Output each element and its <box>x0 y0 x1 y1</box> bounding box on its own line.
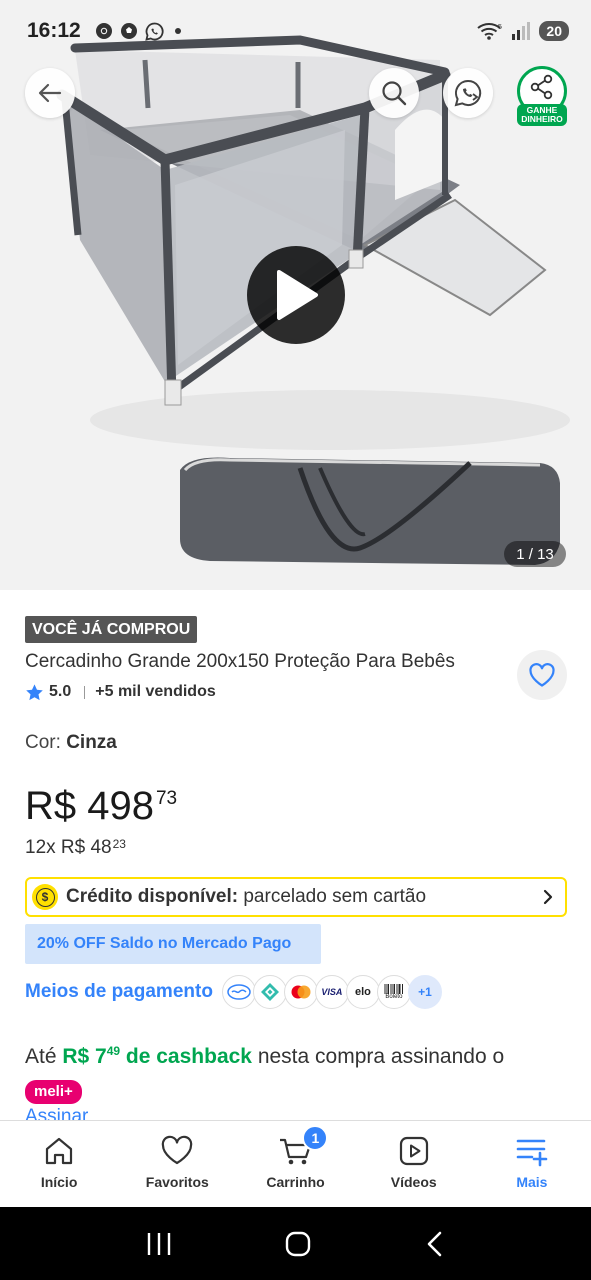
visa-icon: VISA <box>314 975 349 1009</box>
soccer-ball-icon <box>120 23 137 39</box>
nav-more[interactable]: Mais <box>473 1121 591 1207</box>
cashback-cents: 49 <box>106 1044 121 1058</box>
whatsapp-share-icon <box>454 79 482 107</box>
cashback-suffix: nesta compra assinando o <box>251 1045 505 1068</box>
installments-cents: 23 <box>112 837 126 851</box>
signal-icon <box>512 22 531 40</box>
cashback-info: Até R$ 749 de cashback nesta compra assi… <box>25 1034 545 1109</box>
cashback-amount: R$ 749 de cashback <box>62 1044 252 1068</box>
search-icon <box>382 81 407 106</box>
back-chevron-icon[interactable] <box>424 1230 446 1258</box>
discount-promo: 20% OFF Saldo no Mercado Pago <box>25 924 321 964</box>
already-bought-badge: VOCÊ JÁ COMPROU <box>25 616 198 643</box>
price-main: R$ 498 <box>25 784 154 828</box>
image-counter: 1 / 13 <box>504 541 566 567</box>
notification-dot <box>174 28 181 34</box>
pix-icon <box>252 975 287 1009</box>
rating-row[interactable]: 5.0 +5 mil vendidos <box>25 681 216 703</box>
video-play-icon <box>399 1136 428 1166</box>
nav-cart-label: Carrinho <box>266 1174 325 1190</box>
home-icon <box>45 1137 73 1165</box>
whatsapp-icon <box>145 22 164 41</box>
price-cents: 73 <box>155 788 178 809</box>
earn-money-label: GANHE DINHEIRO <box>517 104 567 126</box>
boleto-label: Boleto <box>385 994 403 1000</box>
svg-text:5: 5 <box>498 24 502 31</box>
system-navigation-bar <box>0 1207 591 1280</box>
nav-favorites[interactable]: Favoritos <box>118 1121 236 1207</box>
share-whatsapp-button[interactable] <box>443 68 493 118</box>
credit-bold: Crédito disponível: <box>66 886 239 907</box>
heart-icon <box>162 1135 193 1165</box>
color-label: Cor: <box>25 732 67 753</box>
meli-plus-badge: meli+ <box>25 1080 82 1104</box>
back-button[interactable] <box>25 68 75 118</box>
chevron-right-icon <box>543 889 553 905</box>
elo-icon: elo <box>345 975 380 1009</box>
product-gallery[interactable]: GANHE DINHEIRO 1 / 13 <box>0 0 591 590</box>
share-icon <box>530 74 553 100</box>
sold-count: +5 mil vendidos <box>95 683 216 700</box>
chrome-icon <box>95 23 112 39</box>
search-button[interactable] <box>369 68 419 118</box>
favorite-button[interactable] <box>517 650 567 700</box>
rating-separator <box>84 685 86 699</box>
color-value: Cinza <box>66 732 117 753</box>
nav-home[interactable]: Início <box>0 1121 118 1207</box>
mercado-pago-icon <box>221 975 256 1009</box>
installments: 12x R$ 48 23 <box>25 837 126 859</box>
cashback-prefix: Até <box>25 1045 63 1068</box>
battery-level: 20 <box>539 21 569 41</box>
status-bar: 16:12 5 20 <box>0 0 591 62</box>
installments-main: 12x R$ 48 <box>25 837 112 858</box>
recent-apps-icon[interactable] <box>145 1231 173 1257</box>
cart-count-badge: 1 <box>302 1125 329 1151</box>
star-icon <box>26 683 43 700</box>
status-time: 16:12 <box>27 19 81 42</box>
credit-text: Crédito disponível: parcelado sem cartão <box>66 886 426 908</box>
earn-money-button[interactable]: GANHE DINHEIRO <box>516 66 568 126</box>
boleto-icon: Boleto <box>376 975 411 1009</box>
nav-more-label: Mais <box>516 1174 548 1190</box>
color-selector[interactable]: Cor: Cinza <box>25 732 117 754</box>
bottom-navigation: Início Favoritos 1 Carrinho Vídeos Mais <box>0 1120 591 1207</box>
coin-icon: $ <box>32 884 58 910</box>
price: R$ 498 73 <box>25 782 177 830</box>
product-title: Cercadinho Grande 200x150 Proteção Para … <box>25 651 455 672</box>
payment-methods-row[interactable]: Meios de pagamento VISA elo Boleto +1 <box>25 972 442 1012</box>
home-circle-icon[interactable] <box>283 1229 313 1259</box>
subscribe-link[interactable]: Assinar <box>25 1106 88 1120</box>
more-payment-methods[interactable]: +1 <box>407 975 442 1009</box>
nav-favorites-label: Favoritos <box>145 1174 209 1190</box>
credit-available-banner[interactable]: $ Crédito disponível: parcelado sem cart… <box>25 877 567 917</box>
credit-rest: parcelado sem cartão <box>238 886 427 907</box>
menu-plus-icon <box>516 1139 548 1167</box>
payment-methods-link[interactable]: Meios de pagamento <box>25 981 213 1003</box>
nav-home-label: Início <box>40 1174 78 1190</box>
nav-cart[interactable]: 1 Carrinho <box>236 1121 354 1207</box>
mastercard-icon <box>283 975 318 1009</box>
play-icon <box>277 270 318 320</box>
nav-videos-label: Vídeos <box>390 1174 437 1190</box>
wifi-icon: 5 <box>477 23 502 40</box>
arrow-left-icon <box>38 83 62 103</box>
rating-score: 5.0 <box>49 683 72 700</box>
play-video-button[interactable] <box>247 246 345 344</box>
nav-videos[interactable]: Vídeos <box>355 1121 473 1207</box>
heart-icon <box>529 663 555 687</box>
